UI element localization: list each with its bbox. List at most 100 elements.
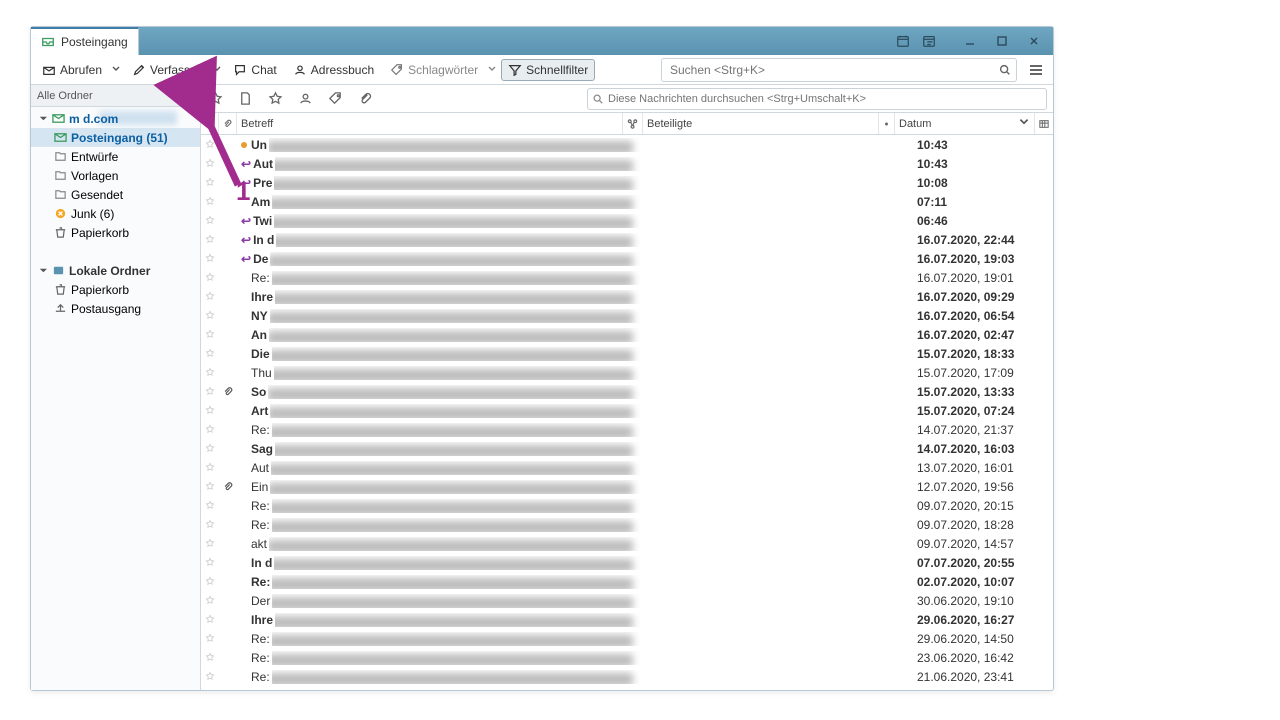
message-row[interactable]: Der30.06.2020, 19:10: [201, 591, 1053, 610]
folder-row[interactable]: Papierkorb: [31, 223, 200, 242]
maximize-button[interactable]: [987, 31, 1017, 51]
global-search[interactable]: [661, 58, 1017, 82]
star-cell[interactable]: [201, 291, 219, 302]
star-cell[interactable]: [201, 234, 219, 245]
message-row[interactable]: Am07:11: [201, 192, 1053, 211]
filter-contact-icon[interactable]: [297, 91, 313, 107]
message-row[interactable]: Re:02.07.2020, 10:07: [201, 572, 1053, 591]
message-row[interactable]: Sag14.07.2020, 16:03: [201, 439, 1053, 458]
message-row[interactable]: Re:16.07.2020, 19:01: [201, 268, 1053, 287]
get-messages-button[interactable]: Abrufen: [35, 59, 109, 81]
folder-row[interactable]: Entwürfe: [31, 147, 200, 166]
filter-starred-icon[interactable]: [207, 91, 223, 107]
tags-dropdown[interactable]: [485, 58, 499, 82]
star-cell[interactable]: [201, 576, 219, 587]
folder-row[interactable]: Gesendet: [31, 185, 200, 204]
message-row[interactable]: ↩In d16.07.2020, 22:44: [201, 230, 1053, 249]
message-row[interactable]: Re:21.06.2020, 23:41: [201, 667, 1053, 686]
message-row[interactable]: ↩De16.07.2020, 19:03: [201, 249, 1053, 268]
column-thread[interactable]: [623, 113, 643, 134]
message-row[interactable]: Re:09.07.2020, 18:28: [201, 515, 1053, 534]
message-row[interactable]: In d07.07.2020, 20:55: [201, 553, 1053, 572]
global-search-input[interactable]: [666, 63, 998, 77]
star-cell[interactable]: [201, 215, 219, 226]
message-row[interactable]: ↩Aut10:43: [201, 154, 1053, 173]
column-date[interactable]: Datum: [895, 113, 1035, 134]
message-row[interactable]: So15.07.2020, 13:33: [201, 382, 1053, 401]
quickfilter-search-input[interactable]: [604, 93, 1042, 105]
column-spam[interactable]: [879, 113, 895, 134]
message-row[interactable]: Re:23.06.2020, 16:42: [201, 648, 1053, 667]
folder-row[interactable]: Postausgang: [31, 299, 200, 318]
star-cell[interactable]: [201, 595, 219, 606]
star-cell[interactable]: [201, 443, 219, 454]
star-cell[interactable]: [201, 386, 219, 397]
star-cell[interactable]: [201, 538, 219, 549]
message-row[interactable]: Un10:43: [201, 135, 1053, 154]
minimize-button[interactable]: [955, 31, 985, 51]
column-attachment[interactable]: [219, 113, 237, 134]
message-row[interactable]: Ein12.07.2020, 19:56: [201, 477, 1053, 496]
folder-row[interactable]: Posteingang (51): [31, 128, 200, 147]
message-row[interactable]: Re:29.06.2020, 14:50: [201, 629, 1053, 648]
star-cell[interactable]: [201, 557, 219, 568]
filter-unread-icon[interactable]: [237, 91, 253, 107]
star-cell[interactable]: [201, 481, 219, 492]
filter-attachment-icon[interactable]: [357, 91, 373, 107]
star-cell[interactable]: [201, 519, 219, 530]
quickfilter-search[interactable]: [587, 88, 1047, 110]
filter-star2-icon[interactable]: [267, 91, 283, 107]
local-folders-row[interactable]: Lokale Ordner: [31, 261, 200, 280]
message-row[interactable]: ↩Twi06:46: [201, 211, 1053, 230]
star-cell[interactable]: [201, 652, 219, 663]
folder-row[interactable]: Junk (6): [31, 204, 200, 223]
star-cell[interactable]: [201, 462, 219, 473]
app-menu-button[interactable]: [1023, 58, 1049, 82]
message-row[interactable]: Ihre29.06.2020, 16:27: [201, 610, 1053, 629]
star-cell[interactable]: [201, 348, 219, 359]
tags-button[interactable]: Schlagwörter: [383, 59, 485, 81]
message-list[interactable]: Un10:43↩Aut10:43↩Pre10:08Am07:11↩Twi06:4…: [201, 135, 1053, 690]
filter-tag-icon[interactable]: [327, 91, 343, 107]
calendar-button[interactable]: [891, 31, 915, 51]
tasks-button[interactable]: [917, 31, 941, 51]
star-cell[interactable]: [201, 405, 219, 416]
star-cell[interactable]: [201, 424, 219, 435]
twisty-icon[interactable]: [37, 266, 47, 275]
star-cell[interactable]: [201, 139, 219, 150]
star-cell[interactable]: [201, 272, 219, 283]
star-cell[interactable]: [201, 329, 219, 340]
message-row[interactable]: Thu15.07.2020, 17:09: [201, 363, 1053, 382]
twisty-icon[interactable]: [37, 114, 47, 123]
star-cell[interactable]: [201, 310, 219, 321]
compose-dropdown[interactable]: [210, 58, 224, 82]
column-subject[interactable]: Betreff: [237, 113, 623, 134]
star-cell[interactable]: [201, 633, 219, 644]
message-row[interactable]: Aut13.07.2020, 16:01: [201, 458, 1053, 477]
star-cell[interactable]: [201, 196, 219, 207]
message-row[interactable]: ↩Pre10:08: [201, 173, 1053, 192]
star-cell[interactable]: [201, 253, 219, 264]
folder-row[interactable]: Papierkorb: [31, 280, 200, 299]
chat-button[interactable]: Chat: [226, 59, 283, 81]
folder-row[interactable]: Vorlagen: [31, 166, 200, 185]
close-button[interactable]: [1019, 31, 1049, 51]
compose-button[interactable]: Verfassen: [125, 59, 210, 81]
message-row[interactable]: An16.07.2020, 02:47: [201, 325, 1053, 344]
message-row[interactable]: Ihre16.07.2020, 09:29: [201, 287, 1053, 306]
tab-inbox[interactable]: Posteingang: [31, 27, 139, 55]
get-messages-dropdown[interactable]: [109, 58, 123, 82]
column-star[interactable]: [201, 113, 219, 134]
message-row[interactable]: Re:14.07.2020, 21:37: [201, 420, 1053, 439]
message-row[interactable]: Art15.07.2020, 07:24: [201, 401, 1053, 420]
quickfilter-button[interactable]: Schnellfilter: [501, 59, 595, 81]
message-row[interactable]: Re:09.07.2020, 20:15: [201, 496, 1053, 515]
message-row[interactable]: akt09.07.2020, 14:57: [201, 534, 1053, 553]
addressbook-button[interactable]: Adressbuch: [286, 59, 381, 81]
star-cell[interactable]: [201, 671, 219, 682]
star-cell[interactable]: [201, 367, 219, 378]
column-correspondents[interactable]: Beteiligte: [643, 113, 879, 134]
message-row[interactable]: NY16.07.2020, 06:54: [201, 306, 1053, 325]
account-row[interactable]: m d.com: [31, 109, 200, 128]
folder-row[interactable]: [31, 242, 200, 261]
